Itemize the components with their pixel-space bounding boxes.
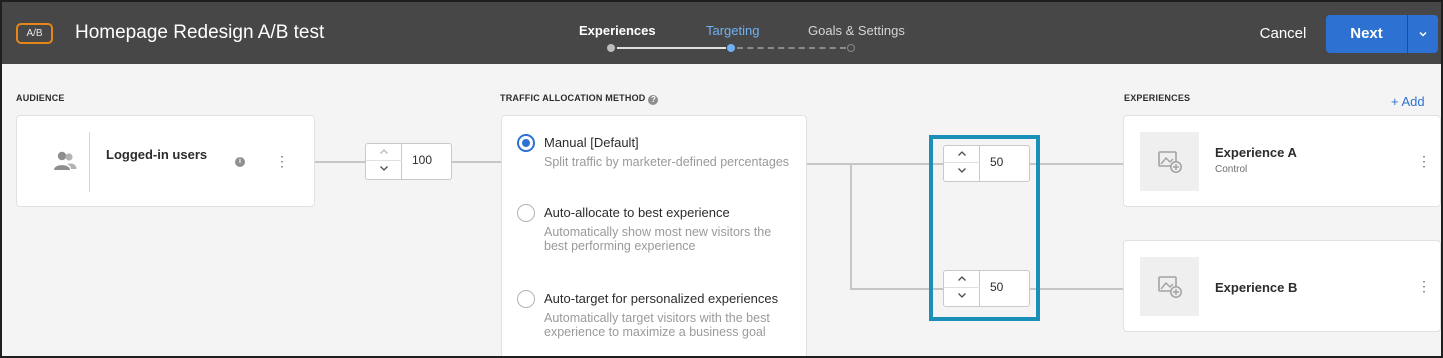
experience-thumbnail[interactable] [1140,132,1199,191]
step-experiences-dot [607,44,615,52]
progress-line-pending [737,47,846,49]
audience-card-divider [89,132,90,192]
more-vertical-icon[interactable]: ⋮ [1417,154,1431,168]
next-button[interactable]: Next [1326,15,1407,53]
option-auto-target-title[interactable]: Auto-target for personalized experiences [544,291,778,306]
users-icon [54,151,77,170]
experience-name: Experience B [1215,280,1298,295]
traffic-section-label-text: TRAFFIC ALLOCATION METHOD [500,93,646,103]
experience-card-a[interactable]: Experience A Control ⋮ [1123,115,1441,207]
next-dropdown-button[interactable] [1408,15,1438,53]
option-manual-description: Split traffic by marketer-defined percen… [544,155,790,169]
step-goals-settings[interactable]: Goals & Settings [808,23,905,38]
progress-line-completed [617,47,726,49]
info-icon[interactable]: i [235,157,245,167]
connector-split-b-experience [1030,288,1124,290]
step-experiences[interactable]: Experiences [579,23,656,38]
activity-title[interactable]: Homepage Redesign A/B test [75,22,324,44]
connector-split-a-experience [1030,163,1124,165]
ab-test-badge: A/B [16,23,53,44]
allocation-value[interactable]: 100 [412,153,432,167]
top-bar: A/B Homepage Redesign A/B test Experienc… [2,2,1441,64]
help-icon[interactable]: ? [648,95,659,105]
app-frame: A/B Homepage Redesign A/B test Experienc… [0,0,1443,358]
decrement-button[interactable] [366,161,402,178]
radio-auto-target[interactable] [517,290,535,308]
image-add-icon [1158,276,1182,298]
audience-card[interactable]: Logged-in users i ⋮ [16,115,315,207]
chevron-down-icon [380,166,388,171]
option-manual-title[interactable]: Manual [Default] [544,135,639,150]
radio-auto-allocate[interactable] [517,204,535,222]
option-auto-allocate-title[interactable]: Auto-allocate to best experience [544,205,730,220]
experience-card-b[interactable]: Experience B ⋮ [1123,240,1441,332]
option-auto-allocate-description: Automatically show most new visitors the… [544,225,772,253]
increment-button[interactable] [366,144,402,161]
radio-manual[interactable] [517,134,535,152]
audience-name: Logged-in users [106,147,208,162]
audience-allocation-stepper[interactable]: 100 [365,143,452,180]
connector-stepper-traffic [451,161,501,163]
connector-traffic-split-a [806,163,944,165]
stepper-arrows [366,144,402,179]
image-add-icon [1158,151,1182,173]
option-auto-target-description: Automatically target visitors with the b… [544,311,770,339]
audience-section-label: AUDIENCE [16,93,65,103]
connector-branch-vertical [850,163,852,290]
step-targeting[interactable]: Targeting [706,23,759,38]
traffic-section-label: TRAFFIC ALLOCATION METHOD? [500,93,659,105]
experience-name: Experience A [1215,145,1297,160]
add-experience-button[interactable]: + Add [1391,94,1425,109]
more-vertical-icon[interactable]: ⋮ [1417,279,1431,293]
chevron-up-icon [380,149,388,154]
experiences-section-label: EXPERIENCES [1124,93,1191,103]
experience-thumbnail[interactable] [1140,257,1199,316]
connector-audience-stepper [315,161,366,163]
step-targeting-dot [727,44,735,52]
cancel-button[interactable]: Cancel [1248,19,1318,49]
step-goals-dot [847,44,855,52]
chevron-down-icon [1419,32,1427,37]
split-highlight-box [929,135,1040,321]
more-vertical-icon[interactable]: ⋮ [275,154,289,168]
experience-subtitle: Control [1215,164,1248,175]
